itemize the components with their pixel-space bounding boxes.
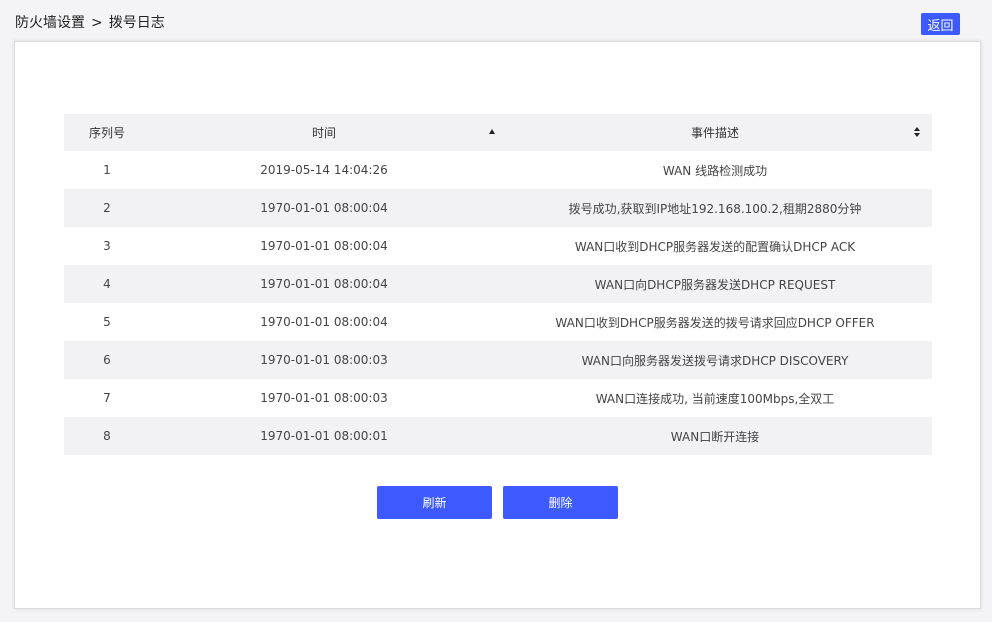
- breadcrumb-separator: >: [91, 15, 103, 31]
- table-row: 6 1970-01-01 08:00:03 WAN口向服务器发送拨号请求DHCP…: [64, 341, 932, 379]
- table-row: 7 1970-01-01 08:00:03 WAN口连接成功, 当前速度100M…: [64, 379, 932, 417]
- cell-serial: 2: [64, 189, 150, 227]
- sort-ascending-icon[interactable]: [489, 129, 495, 134]
- cell-serial: 3: [103, 239, 111, 253]
- column-header-time-label: 时间: [311, 126, 336, 140]
- column-header-serial: 序列号: [64, 114, 150, 151]
- cell-description: WAN口向服务器发送拨号请求DHCP DISCOVERY: [498, 341, 932, 379]
- cell-time: 1970-01-01 08:00:03: [260, 391, 388, 405]
- column-header-time[interactable]: 时间: [150, 114, 498, 151]
- column-header-serial-label: 序列号: [88, 126, 125, 140]
- table-row: 3 1970-01-01 08:00:04 WAN口收到DHCP服务器发送的配置…: [64, 227, 932, 265]
- breadcrumb: 防火墙设置 > 拨号日志: [15, 12, 165, 32]
- table-row: 1 2019-05-14 14:04:26 WAN 线路检测成功: [64, 151, 932, 189]
- cell-time: 1970-01-01 08:00:01: [150, 417, 498, 455]
- cell-description: WAN口向DHCP服务器发送DHCP REQUEST: [498, 265, 932, 303]
- table-row: 5 1970-01-01 08:00:04 WAN口收到DHCP服务器发送的拨号…: [64, 303, 932, 341]
- dial-log-table: 序列号 时间 事件描述 1 2019-05-14 14:04:26 WAN 线路…: [64, 114, 932, 455]
- cell-description: WAN口断开连接: [498, 417, 932, 455]
- cell-serial: 4: [64, 265, 150, 303]
- cell-serial: 8: [64, 417, 150, 455]
- table-row: 2 1970-01-01 08:00:04 拨号成功,获取到IP地址192.16…: [64, 189, 932, 227]
- table-header-row: 序列号 时间 事件描述: [64, 114, 932, 151]
- cell-time: 1970-01-01 08:00:03: [150, 341, 498, 379]
- cell-time: 1970-01-01 08:00:04: [260, 315, 388, 329]
- cell-description: WAN口连接成功, 当前速度100Mbps,全双工: [595, 391, 835, 406]
- cell-description: WAN口收到DHCP服务器发送的配置确认DHCP ACK: [574, 239, 856, 254]
- sort-toggle-icon[interactable]: [914, 127, 922, 139]
- cell-serial: 6: [64, 341, 150, 379]
- table-row: 4 1970-01-01 08:00:04 WAN口向DHCP服务器发送DHCP…: [64, 265, 932, 303]
- cell-description: 拨号成功,获取到IP地址192.168.100.2,租期2880分钟: [498, 189, 932, 227]
- column-header-description[interactable]: 事件描述: [498, 114, 932, 151]
- cell-description: WAN口收到DHCP服务器发送的拨号请求回应DHCP OFFER: [555, 315, 875, 330]
- breadcrumb-current: 拨号日志: [108, 15, 165, 31]
- table-row: 8 1970-01-01 08:00:01 WAN口断开连接: [64, 417, 932, 455]
- cell-description: WAN 线路检测成功: [662, 163, 768, 178]
- refresh-button[interactable]: 刷新: [377, 486, 492, 519]
- back-button[interactable]: 返回: [921, 13, 960, 35]
- column-header-description-label: 事件描述: [690, 126, 739, 140]
- cell-serial: 1: [103, 163, 111, 177]
- cell-time: 1970-01-01 08:00:04: [150, 189, 498, 227]
- breadcrumb-parent[interactable]: 防火墙设置: [15, 15, 85, 31]
- cell-serial: 5: [103, 315, 111, 329]
- top-bar: 防火墙设置 > 拨号日志 返回: [0, 0, 992, 42]
- cell-serial: 7: [103, 391, 111, 405]
- cell-time: 1970-01-01 08:00:04: [150, 265, 498, 303]
- log-panel: 序列号 时间 事件描述 1 2019-05-14 14:04:26 WAN 线路…: [14, 41, 981, 609]
- cell-time: 1970-01-01 08:00:04: [260, 239, 388, 253]
- delete-button[interactable]: 删除: [503, 486, 618, 519]
- cell-time: 2019-05-14 14:04:26: [260, 163, 388, 177]
